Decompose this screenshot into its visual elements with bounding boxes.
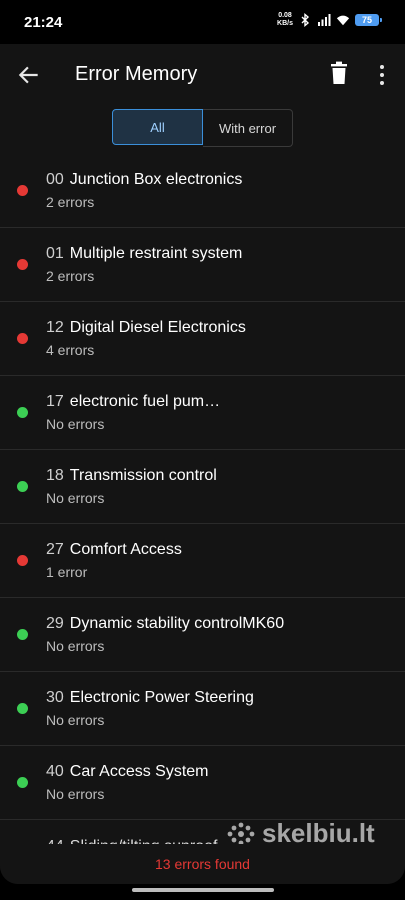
module-title: 12 Digital Diesel Electronics bbox=[46, 319, 246, 337]
module-title: 27 Comfort Access bbox=[46, 541, 182, 559]
status-dot-icon bbox=[17, 555, 28, 566]
module-code: 30 bbox=[46, 689, 64, 706]
module-code: 40 bbox=[46, 763, 64, 780]
bluetooth-icon bbox=[301, 13, 310, 27]
filter-with-error-button[interactable]: With error bbox=[203, 109, 293, 147]
app-bar: Error Memory bbox=[0, 44, 405, 106]
status-dot-icon bbox=[17, 481, 28, 492]
module-error-count: No errors bbox=[46, 712, 105, 728]
status-dot-icon bbox=[17, 259, 28, 270]
module-name: Dynamic stability controlMK60 bbox=[69, 615, 285, 632]
module-row[interactable]: 01 Multiple restraint system 2 errors bbox=[0, 228, 405, 302]
module-code: 01 bbox=[46, 245, 64, 262]
module-title: 18 Transmission control bbox=[46, 467, 217, 485]
status-dot-icon bbox=[17, 333, 28, 344]
error-summary: 13 errors found bbox=[155, 856, 250, 872]
module-error-count: No errors bbox=[46, 786, 105, 802]
module-code: 29 bbox=[46, 615, 64, 632]
wifi-icon bbox=[336, 15, 350, 26]
status-dot-icon bbox=[17, 777, 28, 788]
module-title: 17 electronic fuel pum… bbox=[46, 393, 220, 411]
module-title: 40 Car Access System bbox=[46, 763, 209, 781]
trash-icon[interactable] bbox=[328, 61, 350, 85]
module-row[interactable]: 17 electronic fuel pum… No errors bbox=[0, 376, 405, 450]
module-name: Car Access System bbox=[69, 763, 209, 780]
status-dot-icon bbox=[17, 629, 28, 640]
module-error-count: 1 error bbox=[46, 564, 88, 580]
filter-all-button[interactable]: All bbox=[112, 109, 203, 145]
module-code: 17 bbox=[46, 393, 64, 410]
module-row[interactable]: 40 Car Access System No errors bbox=[0, 746, 405, 820]
module-code: 18 bbox=[46, 467, 64, 484]
footer-bar: 13 errors found bbox=[0, 844, 405, 884]
module-name: Digital Diesel Electronics bbox=[69, 319, 246, 336]
module-row[interactable]: 29 Dynamic stability controlMK60 No errors bbox=[0, 598, 405, 672]
module-code: 00 bbox=[46, 171, 64, 188]
filter-toggle: All With error bbox=[112, 109, 293, 147]
module-code: 12 bbox=[46, 319, 64, 336]
status-bar: 21:24 0.08 KB/s 75 bbox=[0, 0, 405, 44]
module-row[interactable]: 12 Digital Diesel Electronics 4 errors bbox=[0, 302, 405, 376]
more-vertical-icon[interactable] bbox=[372, 64, 392, 86]
module-error-count: 2 errors bbox=[46, 268, 95, 284]
module-name: Transmission control bbox=[69, 467, 217, 484]
module-row[interactable]: 27 Comfort Access 1 error bbox=[0, 524, 405, 598]
module-row[interactable]: 18 Transmission control No errors bbox=[0, 450, 405, 524]
module-error-count: 2 errors bbox=[46, 194, 95, 210]
module-error-count: No errors bbox=[46, 490, 105, 506]
module-code: 27 bbox=[46, 541, 64, 558]
module-name: electronic fuel pum… bbox=[69, 393, 221, 410]
module-row[interactable]: 30 Electronic Power Steering No errors bbox=[0, 672, 405, 746]
status-time: 21:24 bbox=[24, 14, 63, 31]
signal-icon bbox=[318, 14, 331, 26]
status-dot-icon bbox=[17, 703, 28, 714]
module-error-count: 4 errors bbox=[46, 342, 95, 358]
module-list: 00 Junction Box electronics 2 errors 01 Mult… bbox=[0, 154, 405, 844]
module-title: 01 Multiple restraint system bbox=[46, 245, 242, 263]
status-dot-icon bbox=[17, 185, 28, 196]
module-name: Comfort Access bbox=[69, 541, 182, 558]
module-title: 30 Electronic Power Steering bbox=[46, 689, 254, 707]
module-name: Junction Box electronics bbox=[69, 171, 243, 188]
module-name: Multiple restraint system bbox=[69, 245, 243, 262]
network-speed: 0.08 KB/s bbox=[277, 12, 293, 27]
module-error-count: No errors bbox=[46, 416, 105, 432]
home-indicator[interactable] bbox=[132, 888, 274, 892]
status-dot-icon bbox=[17, 407, 28, 418]
app-screen: 21:24 0.08 KB/s 75 Error Memory All With… bbox=[0, 0, 405, 884]
status-icons: 0.08 KB/s 75 bbox=[277, 12, 382, 28]
arrow-left-icon[interactable] bbox=[16, 62, 42, 88]
page-title: Error Memory bbox=[75, 63, 198, 85]
module-error-count: No errors bbox=[46, 638, 105, 654]
module-name: Electronic Power Steering bbox=[69, 689, 254, 706]
module-title: 29 Dynamic stability controlMK60 bbox=[46, 615, 284, 633]
module-row[interactable]: 00 Junction Box electronics 2 errors bbox=[0, 154, 405, 228]
battery-indicator: 75 bbox=[355, 14, 382, 26]
module-title: 00 Junction Box electronics bbox=[46, 171, 242, 189]
watermark-logo-icon bbox=[227, 822, 255, 845]
